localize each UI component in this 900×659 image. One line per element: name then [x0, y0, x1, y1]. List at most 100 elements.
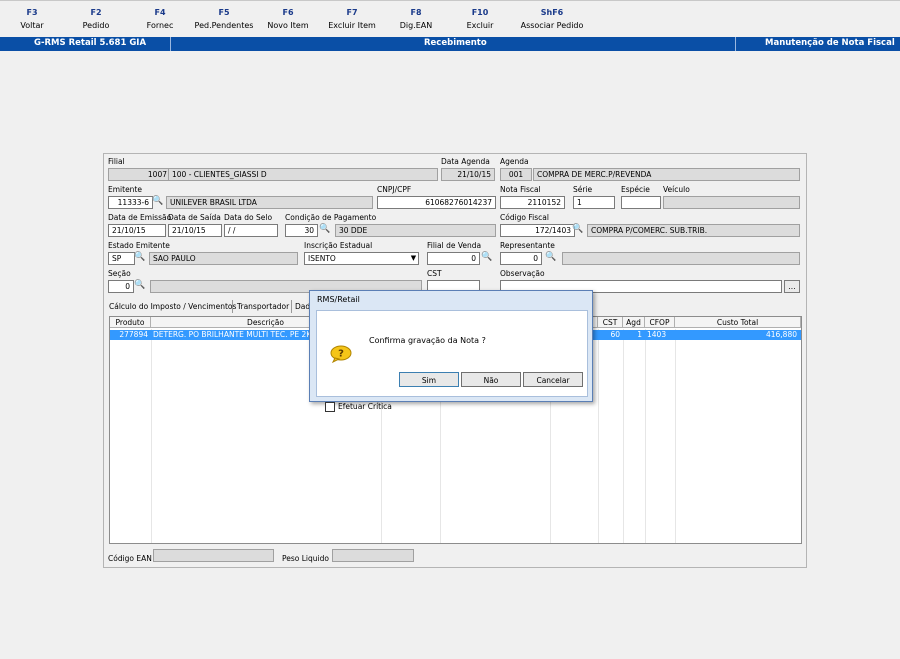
- data-agenda-label: Data Agenda: [441, 157, 490, 166]
- codigo-fiscal-label: Código Fiscal: [500, 213, 549, 222]
- grid-line: [151, 329, 152, 543]
- dialog-message: Confirma gravação da Nota ?: [369, 336, 486, 345]
- tab-divider: [232, 300, 233, 313]
- serie-field[interactable]: 1: [573, 196, 615, 209]
- condicao-pagamento-desc-field: 30 DDE: [335, 224, 496, 237]
- efetuar-critica-checkbox[interactable]: [325, 402, 335, 412]
- search-binoculars-icon[interactable]: 🔍: [152, 196, 164, 207]
- f10-excluir-button[interactable]: F10 Excluir: [448, 8, 512, 30]
- nao-button[interactable]: Não: [461, 372, 521, 387]
- data-saida-field[interactable]: 21/10/15: [168, 224, 222, 237]
- key-label: F8: [410, 8, 422, 17]
- inscricao-estadual-label: Inscrição Estadual: [304, 241, 373, 250]
- grid-line: [645, 329, 646, 543]
- search-binoculars-icon[interactable]: 🔍: [572, 224, 584, 235]
- tab-calculo-imposto[interactable]: Cálculo do Imposto / Vencimentos: [109, 302, 236, 311]
- especie-label: Espécie: [621, 185, 650, 194]
- key-label: F6: [282, 8, 294, 17]
- data-emissao-field[interactable]: 21/10/15: [108, 224, 166, 237]
- cell-custo-total: 416,880: [765, 330, 797, 339]
- cnpj-field[interactable]: 61068276014237: [377, 196, 496, 209]
- codigo-fiscal-desc-field: COMPRA P/COMERC. SUB.TRIB.: [587, 224, 800, 237]
- cancelar-button[interactable]: Cancelar: [523, 372, 583, 387]
- header-divider: [735, 37, 736, 51]
- col-cfop-header[interactable]: CFOP: [645, 317, 675, 328]
- key-label: F7: [346, 8, 358, 17]
- nota-fiscal-field[interactable]: 2110152: [500, 196, 565, 209]
- button-label: Novo Item: [267, 21, 309, 30]
- header-divider: [170, 37, 171, 51]
- codigo-ean-label: Código EAN: [108, 554, 152, 563]
- representante-desc-field: [562, 252, 800, 265]
- search-binoculars-icon[interactable]: 🔍: [134, 252, 146, 263]
- cell-agd: 1: [637, 330, 642, 339]
- especie-field[interactable]: [621, 196, 661, 209]
- button-label: Voltar: [20, 21, 44, 30]
- inscricao-estadual-value: ISENTO: [308, 254, 336, 263]
- dialog-title: RMS/Retail: [317, 295, 360, 304]
- secao-field[interactable]: 0: [108, 280, 134, 293]
- representante-label: Representante: [500, 241, 555, 250]
- f8-dig-ean-button[interactable]: F8 Dig.EAN: [384, 8, 448, 30]
- f5-ped-pendentes-button[interactable]: F5 Ped.Pendentes: [192, 8, 256, 30]
- f3-voltar-button[interactable]: F3 Voltar: [0, 8, 64, 30]
- estado-emitente-label: Estado Emitente: [108, 241, 170, 250]
- col-cst-header[interactable]: CST: [598, 317, 623, 328]
- peso-liquido-field[interactable]: [332, 549, 414, 562]
- veiculo-label: Veículo: [663, 185, 690, 194]
- representante-field[interactable]: 0: [500, 252, 542, 265]
- estado-nome-field: SAO PAULO: [149, 252, 298, 265]
- search-binoculars-icon[interactable]: 🔍: [134, 280, 146, 291]
- filial-name-field: 100 - CLIENTES_GIASSI D: [168, 168, 438, 181]
- filial-code-field[interactable]: 1007: [108, 168, 171, 181]
- efetuar-critica-label: Efetuar Crítica: [338, 402, 392, 411]
- filial-venda-field[interactable]: 0: [427, 252, 480, 265]
- f4-fornec-button[interactable]: F4 Fornec: [128, 8, 192, 30]
- col-produto-header[interactable]: Produto: [110, 317, 151, 328]
- cell-descricao: DETERG. PO BRILHANTE MULTI TEC. PE 2KG: [153, 330, 318, 339]
- cell-cfop: 1403: [647, 330, 667, 339]
- function-key-toolbar: F3 Voltar F2 Pedido F4 Fornec F5 Ped.Pendent…: [0, 0, 900, 37]
- secao-label: Seção: [108, 269, 131, 278]
- codigo-ean-field[interactable]: [153, 549, 274, 562]
- button-label: Excluir: [466, 21, 494, 30]
- filial-venda-label: Filial de Venda: [427, 241, 482, 250]
- chevron-down-icon[interactable]: ▼: [408, 253, 419, 264]
- agenda-code-field[interactable]: 001: [500, 168, 532, 181]
- dialog-body: ? Confirma gravação da Nota ? Efetuar Cr…: [316, 310, 588, 412]
- inscricao-estadual-select[interactable]: ISENTO: [304, 252, 419, 265]
- filial-label: Filial: [108, 157, 125, 166]
- col-agd-header[interactable]: Agd: [623, 317, 645, 328]
- data-saida-label: Data de Saída: [168, 213, 221, 222]
- button-label: Pedido: [82, 21, 110, 30]
- estado-uf-field[interactable]: SP: [108, 252, 135, 265]
- app-header-bar: G-RMS Retail 5.681 GIA Recebimento Manut…: [0, 37, 900, 51]
- condicao-pagamento-label: Condição de Pagamento: [285, 213, 377, 222]
- col-custo-total-header[interactable]: Custo Total: [675, 317, 801, 328]
- f2-pedido-button[interactable]: F2 Pedido: [64, 8, 128, 30]
- f7-excluir-item-button[interactable]: F7 Excluir Item: [320, 8, 384, 30]
- grid-line: [623, 329, 624, 543]
- search-binoculars-icon[interactable]: 🔍: [319, 224, 331, 235]
- tab-transportador[interactable]: Transportador: [237, 302, 289, 311]
- cell-produto: 277894: [119, 330, 148, 339]
- data-selo-field[interactable]: / /: [224, 224, 278, 237]
- observacao-more-button[interactable]: ...: [784, 280, 800, 293]
- shf6-associar-pedido-button[interactable]: ShF6 Associar Pedido: [512, 8, 592, 30]
- search-binoculars-icon[interactable]: 🔍: [481, 252, 493, 263]
- button-label: Associar Pedido: [520, 21, 584, 30]
- emitente-name-field: UNILEVER BRASIL LTDA: [166, 196, 373, 209]
- module-title: Recebimento: [424, 38, 487, 48]
- tab-divider: [291, 300, 292, 313]
- search-binoculars-icon[interactable]: 🔍: [545, 252, 557, 263]
- f6-novo-item-button[interactable]: F6 Novo Item: [256, 8, 320, 30]
- confirm-dialog: RMS/Retail ? Confirma gravação da Nota ?…: [309, 290, 593, 412]
- condicao-pagamento-code-field[interactable]: 30: [285, 224, 318, 237]
- codigo-fiscal-field[interactable]: 172/1403: [500, 224, 575, 237]
- emitente-code-field[interactable]: 11333-6: [108, 196, 153, 209]
- veiculo-field[interactable]: [663, 196, 800, 209]
- key-label: F3: [26, 8, 38, 17]
- data-emissao-label: Data de Emissão: [108, 213, 172, 222]
- grid-line: [598, 329, 599, 543]
- sim-button[interactable]: Sim: [399, 372, 459, 387]
